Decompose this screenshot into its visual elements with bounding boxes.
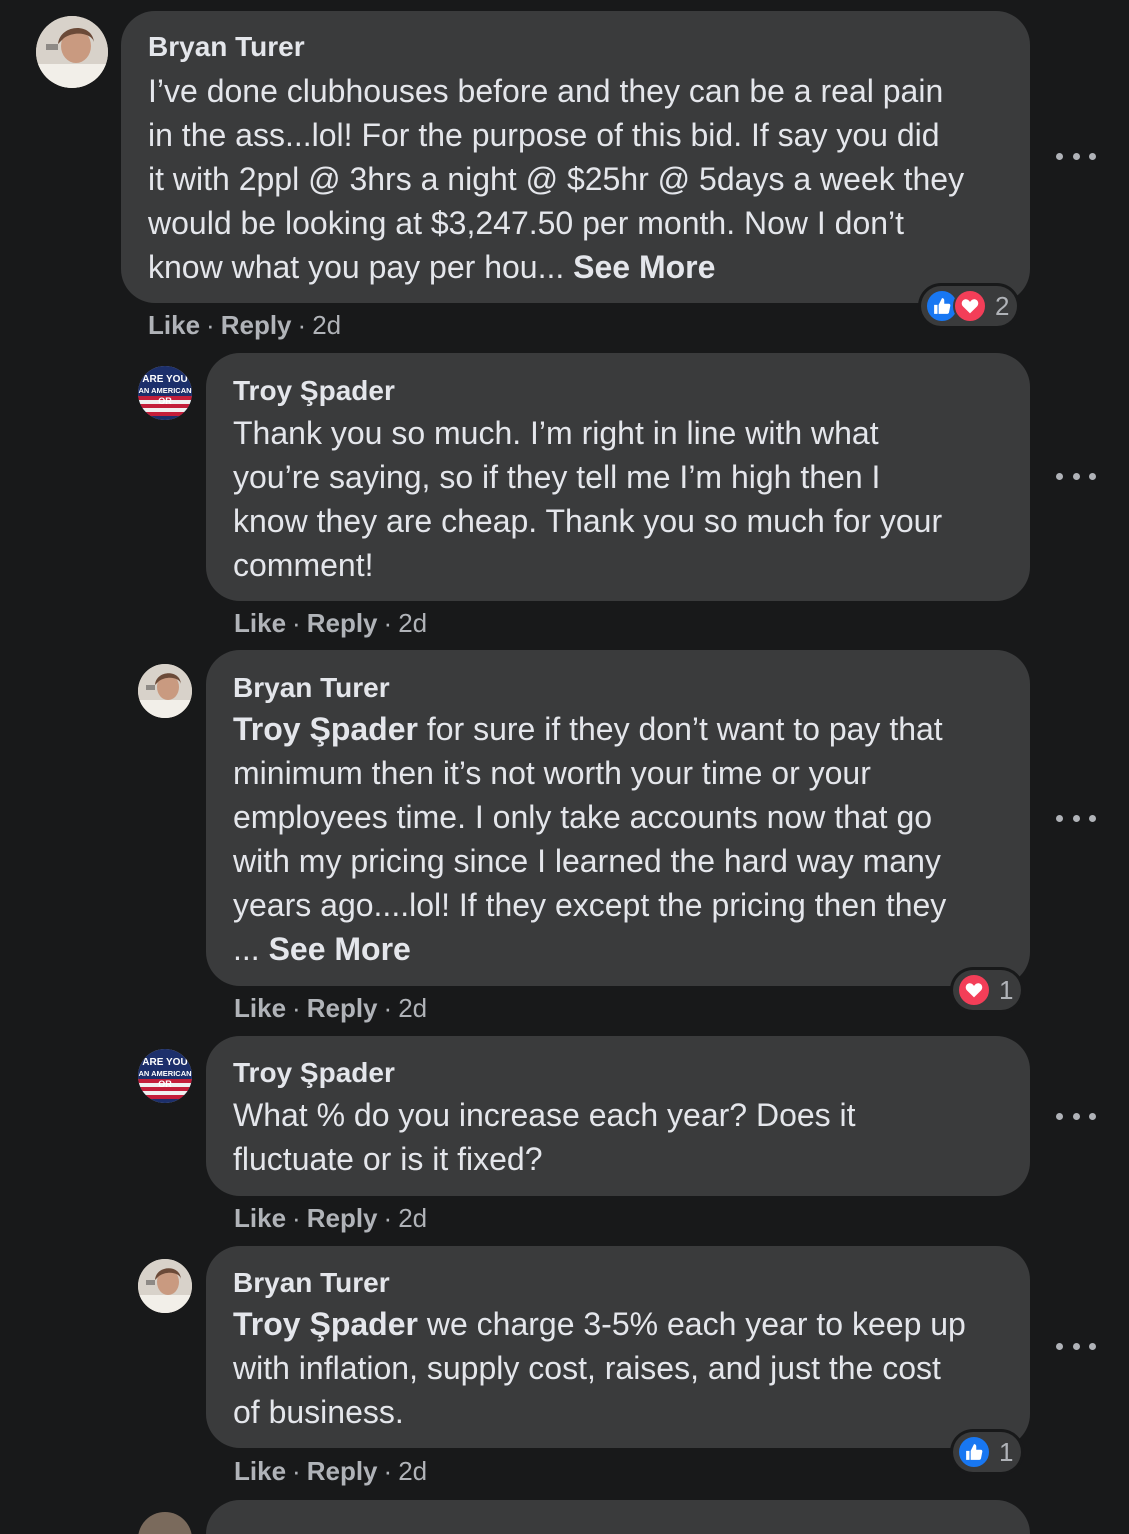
like-button[interactable]: Like: [234, 608, 286, 638]
mention-link[interactable]: Troy Şpader: [233, 711, 418, 747]
comment-timestamp[interactable]: 2d: [398, 1456, 427, 1486]
badge-text: ARE YOU: [142, 1057, 187, 1068]
comment-line: minimum then it’s not worth your time or…: [233, 755, 871, 791]
reply-button[interactable]: Reply: [307, 993, 378, 1023]
comment-bubble: Bryan Turer Troy Şpader for sure if they…: [206, 650, 1030, 986]
comment-last-line: ... See More: [233, 927, 946, 971]
comment-line: know they are cheap. Thank you so much f…: [233, 503, 943, 539]
comment-timestamp[interactable]: 2d: [398, 608, 427, 638]
comment-line: in the ass...lol! For the purpose of thi…: [148, 117, 940, 153]
comment: Bryan Turer Troy Şpader for sure if they…: [0, 650, 1129, 1036]
avatar-troy[interactable]: ARE YOU AN AMERICAN OR: [138, 366, 192, 420]
comment-line: employees time. I only take accounts now…: [233, 799, 933, 835]
love-reaction-icon: [957, 973, 991, 1007]
comment-bubble: Troy Şpader What % do you increase each …: [206, 1036, 1030, 1196]
love-reaction-icon: [953, 289, 987, 323]
comment-line: would be looking at $3,247.50 per month.…: [148, 205, 905, 241]
comment-body: What % do you increase each year? Does i…: [233, 1093, 856, 1181]
like-button[interactable]: Like: [234, 1456, 286, 1486]
comment-line: I’ve done clubhouses before and they can…: [148, 73, 944, 109]
comment-author[interactable]: Bryan Turer: [233, 672, 390, 704]
comment: Bryan Turer Troy Şpader we charge 3-5% e…: [0, 1246, 1129, 1500]
comment-line: fluctuate or is it fixed?: [233, 1141, 543, 1177]
reaction-summary[interactable]: 1: [953, 1432, 1022, 1472]
badge-text: OR: [158, 1079, 172, 1089]
more-options-icon[interactable]: [1056, 466, 1096, 486]
comment-actions: Like · Reply · 2d: [234, 1456, 428, 1486]
comment-bubble: [206, 1500, 1030, 1534]
avatar[interactable]: [138, 1512, 192, 1534]
comment-line: What % do you increase each year? Does i…: [233, 1097, 856, 1133]
comment-line: you’re saying, so if they tell me I’m hi…: [233, 459, 881, 495]
comment-first-line: Troy Şpader for sure if they don’t want …: [233, 707, 946, 751]
reaction-count: 2: [995, 290, 1010, 321]
comment-body: I’ve done clubhouses before and they can…: [148, 69, 964, 289]
comment-line-text: we charge 3-5% each year to keep up: [417, 1306, 966, 1342]
comment-bubble: Bryan Turer I’ve done clubhouses before …: [121, 11, 1030, 303]
reaction-count: 1: [999, 974, 1014, 1005]
comment-body: Troy Şpader we charge 3-5% each year to …: [233, 1302, 966, 1434]
avatar-bryan[interactable]: [36, 16, 108, 88]
comment-bubble: Bryan Turer Troy Şpader we charge 3-5% e…: [206, 1246, 1030, 1448]
comment-actions: Like · Reply · 2d: [234, 993, 428, 1023]
comment-actions: Like · Reply · 2d: [148, 310, 342, 340]
comment-line: it with 2ppl @ 3hrs a night @ $25hr @ 5d…: [148, 161, 965, 197]
comment-bubble: Troy Şpader Thank you so much. I’m right…: [206, 353, 1030, 601]
comment-line: years ago....lol! If they except the pri…: [233, 887, 947, 923]
see-more-link[interactable]: See More: [573, 249, 715, 285]
comment: Bryan Turer I’ve done clubhouses before …: [0, 0, 1129, 350]
comment-body: Troy Şpader for sure if they don’t want …: [233, 707, 946, 971]
comment: ARE YOU AN AMERICAN OR Troy Şpader What …: [0, 1036, 1129, 1246]
reply-button[interactable]: Reply: [307, 1456, 378, 1486]
badge-text: AN AMERICAN: [138, 386, 191, 395]
like-button[interactable]: Like: [234, 993, 286, 1023]
comment-partial: [0, 1500, 1129, 1534]
comment-timestamp[interactable]: 2d: [398, 993, 427, 1023]
comment-line: with my pricing since I learned the hard…: [233, 843, 941, 879]
comment-line-text: know what you pay per hou...: [148, 249, 565, 285]
badge-text: ARE YOU: [142, 374, 187, 385]
avatar-bryan[interactable]: [138, 664, 192, 718]
badge-text: OR: [158, 396, 172, 406]
comment-line: with inflation, supply cost, raises, and…: [233, 1350, 941, 1386]
more-options-icon[interactable]: [1056, 808, 1096, 828]
ellipsis-text: ...: [233, 931, 269, 967]
like-reaction-icon: [957, 1435, 991, 1469]
more-options-icon[interactable]: [1056, 1106, 1096, 1126]
reaction-summary[interactable]: 1: [953, 970, 1022, 1010]
comment-thread: Bryan Turer I’ve done clubhouses before …: [0, 0, 1129, 1534]
comment-line: of business.: [233, 1394, 404, 1430]
comment-author[interactable]: Troy Şpader: [233, 1057, 395, 1089]
comment-first-line: Troy Şpader we charge 3-5% each year to …: [233, 1302, 966, 1346]
reply-button[interactable]: Reply: [221, 310, 292, 340]
comment-line: comment!: [233, 547, 374, 583]
more-options-icon[interactable]: [1056, 146, 1096, 166]
comment: ARE YOU AN AMERICAN OR Troy Şpader Thank…: [0, 350, 1129, 650]
reaction-count: 1: [999, 1436, 1014, 1467]
like-button[interactable]: Like: [148, 310, 200, 340]
reply-button[interactable]: Reply: [307, 608, 378, 638]
avatar-bryan[interactable]: [138, 1259, 192, 1313]
comment-last-line: know what you pay per hou... See More: [148, 245, 964, 289]
comment-timestamp[interactable]: 2d: [398, 1203, 427, 1233]
avatar-troy[interactable]: ARE YOU AN AMERICAN OR: [138, 1049, 192, 1103]
reaction-summary[interactable]: 2: [921, 286, 1018, 326]
comment-line: Thank you so much. I’m right in line wit…: [233, 415, 879, 451]
mention-link[interactable]: Troy Şpader: [233, 1306, 418, 1342]
badge-text: AN AMERICAN: [138, 1069, 191, 1078]
comment-body: Thank you so much. I’m right in line wit…: [233, 411, 942, 587]
comment-line-text: for sure if they don’t want to pay that: [417, 711, 943, 747]
more-options-icon[interactable]: [1056, 1336, 1096, 1356]
comment-actions: Like · Reply · 2d: [234, 1203, 428, 1233]
comment-timestamp[interactable]: 2d: [312, 310, 341, 340]
comment-author[interactable]: Troy Şpader: [233, 375, 395, 407]
reply-button[interactable]: Reply: [307, 1203, 378, 1233]
see-more-link[interactable]: See More: [269, 931, 411, 967]
comment-author[interactable]: Bryan Turer: [148, 31, 305, 63]
comment-actions: Like · Reply · 2d: [234, 608, 428, 638]
like-button[interactable]: Like: [234, 1203, 286, 1233]
comment-author[interactable]: Bryan Turer: [233, 1267, 390, 1299]
